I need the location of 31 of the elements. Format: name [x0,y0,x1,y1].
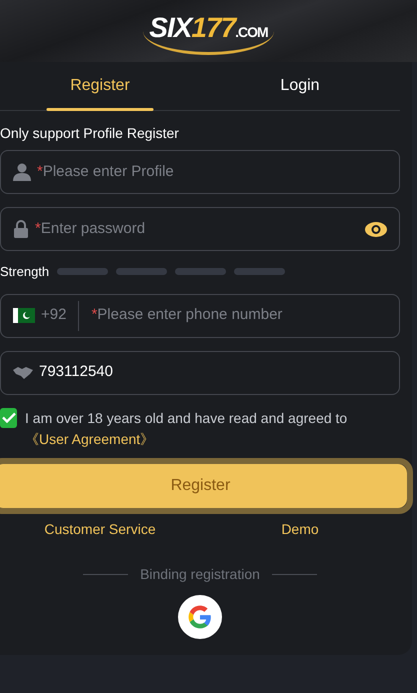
handshake-icon [13,366,33,380]
phone-field[interactable]: +92 *Please enter phone number [0,294,400,338]
strength-label: Strength [0,263,50,281]
user-icon [13,163,31,181]
register-button[interactable]: Register [0,464,407,508]
tab[interactable]: Login [200,62,400,110]
logo: SIX177.COM [143,8,274,55]
referral-input[interactable]: 793112540 [39,361,387,384]
divider-label: Binding registration [140,564,260,584]
footer-link[interactable]: Demo [281,520,319,536]
required-mark: * [91,305,98,326]
google-button[interactable] [178,594,222,638]
password-input[interactable]: Enter password [40,218,359,240]
lock-icon [13,220,29,238]
agreement-text: I am over 18 years old and have read and agreed to 《User Agreement》 [25,408,348,449]
flag-icon [13,308,35,323]
eye-icon[interactable] [365,222,387,236]
required-mark: * [35,218,41,239]
user-agreement-link[interactable]: 《User Agreement》 [25,430,154,446]
notice-text: Only support Profile Register [0,124,180,143]
referral-field[interactable]: 793112540 [0,350,400,394]
password-field[interactable]: *Enter password [0,207,400,251]
agreement-checkbox[interactable] [0,408,17,428]
required-mark: * [37,162,43,182]
profile-input[interactable]: Please enter Profile [42,160,387,184]
country-code[interactable]: +92 [41,300,80,330]
phone-input[interactable]: Please enter phone number [97,304,387,327]
profile-field[interactable]: *Please enter Profile [0,150,400,194]
tab[interactable]: Register [0,62,200,110]
footer-link[interactable]: Customer Service [44,520,156,536]
g-logo-icon [187,604,213,630]
